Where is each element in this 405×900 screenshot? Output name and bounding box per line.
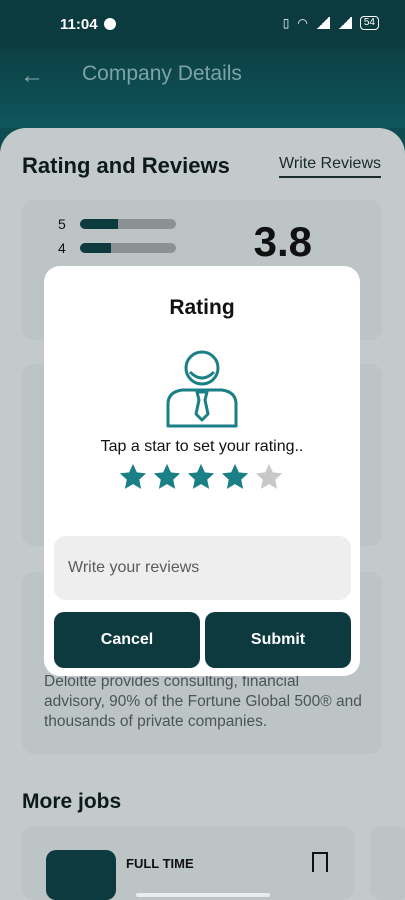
average-rating-score: 3.8: [253, 218, 312, 265]
wifi-icon: ◠: [297, 16, 308, 30]
rating-bar-fill: [79, 219, 119, 229]
job-type-label: FULL TIME: [126, 856, 194, 871]
about-text: Deloitte provides consulting, financial …: [44, 673, 362, 730]
home-indicator[interactable]: [136, 893, 270, 897]
more-jobs-title: More jobs: [22, 790, 122, 813]
rating-bar: [79, 219, 176, 229]
star-rating[interactable]: [118, 462, 284, 492]
job-card-next[interactable]: [370, 826, 405, 900]
rating-bar-row: 4: [58, 240, 176, 256]
rating-bar: [79, 243, 176, 253]
app-bar: ← Company Details: [0, 48, 405, 128]
submit-button[interactable]: Submit: [205, 612, 351, 668]
star-filled-icon[interactable]: [118, 462, 148, 492]
write-reviews-link[interactable]: Write Reviews: [279, 155, 381, 178]
review-input[interactable]: [54, 536, 351, 600]
star-filled-icon[interactable]: [152, 462, 182, 492]
rating-bar-row: 5: [58, 216, 176, 232]
star-filled-icon[interactable]: [220, 462, 250, 492]
star-empty-icon[interactable]: [254, 462, 284, 492]
rating-prompt: Tap a star to set your rating..: [100, 438, 304, 455]
status-bar: 11:04 ▯ ◠ 54: [0, 0, 405, 48]
person-tie-icon: [166, 350, 238, 428]
star-filled-icon[interactable]: [186, 462, 216, 492]
company-logo: [46, 850, 116, 900]
battery-icon: 54: [359, 16, 379, 30]
section-title: Rating and Reviews: [22, 153, 230, 178]
signal-icon-2: [337, 17, 352, 29]
signal-icon: [315, 17, 330, 29]
status-time: 11:04: [60, 16, 98, 33]
page-title: Company Details: [82, 62, 242, 85]
rating-dialog: Rating Tap a star to set your rating.. C…: [44, 266, 360, 676]
bookmark-icon[interactable]: [312, 852, 328, 872]
back-arrow-icon[interactable]: ←: [20, 62, 44, 90]
vibrate-icon: ▯: [282, 16, 290, 30]
cancel-button[interactable]: Cancel: [54, 612, 200, 668]
rating-bar-fill: [79, 243, 111, 253]
status-icons: ▯ ◠ 54: [283, 16, 379, 30]
dialog-title: Rating: [169, 296, 235, 319]
app-notification-icon: [104, 18, 116, 30]
rating-bar-label: 5: [58, 216, 66, 232]
rating-bar-label: 4: [58, 240, 66, 256]
job-card[interactable]: FULL TIME: [22, 826, 354, 900]
